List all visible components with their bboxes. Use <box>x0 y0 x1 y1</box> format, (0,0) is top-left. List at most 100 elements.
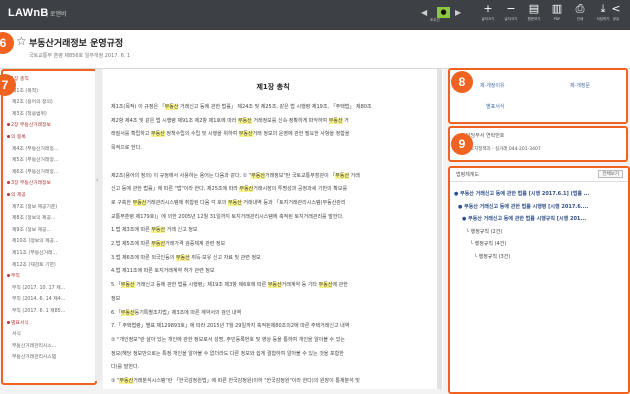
toc-label: 부동산거래관리시스템 <box>12 355 57 361</box>
highlighted-term[interactable]: 부동산 <box>120 309 135 316</box>
highlighted-term[interactable]: 부동산 <box>238 131 253 138</box>
admin-rule-link[interactable]: └ 행정규칙 (3건) <box>474 253 510 260</box>
highlighted-term[interactable]: 부동산 <box>150 131 165 138</box>
toc-article[interactable]: 부동산거래관리시스... <box>12 342 56 349</box>
revision-reason-link[interactable]: 제·개정이유 <box>480 82 505 89</box>
toc-chapter[interactable]: 2장 부동산거래정보 <box>7 121 51 128</box>
article-text: ② "개인정보"란 살아 있는 개인에 관한 정보로서 성명, 주민등록번호 및… <box>111 336 345 343</box>
highlighted-term[interactable]: 부동산 <box>175 254 190 261</box>
article-text: 1.법 제3조에 따른 <box>111 227 152 234</box>
admin-rule-link[interactable]: └ 행정규칙 (4건) <box>470 240 506 247</box>
toc-article[interactable]: 제3조 (적용범위) <box>12 110 47 117</box>
toc-article[interactable]: 제5조 (부동산거래정... <box>12 156 58 163</box>
button-label: 공유 <box>612 17 620 21</box>
toc-label: 별표서식 <box>11 320 29 326</box>
view-all-button[interactable]: 전체보기 <box>598 170 623 178</box>
article-text: 교통부훈령 제179호)」에 의한 2005년 12월 31일까지 토지거래관리… <box>111 213 344 220</box>
panel-splitter[interactable]: ‹ <box>95 69 102 381</box>
prev-arrow-icon[interactable]: ◀ <box>421 8 427 17</box>
article-line: 제1조(목적) 이 규정은 「부동산 거래신고 등에 관한 법률」 제24조 및… <box>111 103 372 110</box>
highlighted-term[interactable]: 부동산 <box>119 378 134 384</box>
share-button[interactable]: < 공유 <box>604 2 628 28</box>
star-icon[interactable]: ☆ <box>16 34 27 48</box>
article-text: 거 <box>342 117 349 124</box>
top-toolbar: LAWnB | 로앤비 ◀ ● ▶ 조우선 + 글자크기 − 글자크기 ▤ 원문보기 … <box>0 0 630 30</box>
highlighted-term[interactable]: 부동산 <box>164 104 179 110</box>
bullet-icon <box>7 274 10 278</box>
toc-article[interactable]: 부동산거래관리시스템 <box>12 353 56 360</box>
article-text: 제2조(용어의 정의) 이 규정에서 사용하는 용어는 다음과 같다. ① " <box>111 172 252 179</box>
article-line: ② "개인정보"란 살아 있는 개인에 관한 정보로서 성명, 주민등록번호 및… <box>111 336 345 343</box>
toc-article[interactable]: 제12조 (재검토 기한) <box>12 261 56 268</box>
admin-rule-link[interactable]: └ 행정규칙 (2건) <box>466 228 502 235</box>
highlighted-term[interactable]: 부동산 <box>318 282 333 289</box>
toc-article[interactable]: 부칙 (2014. 6. 14 제4... <box>12 295 65 302</box>
highlighted-term[interactable]: 부동산 <box>328 117 343 124</box>
highlighted-term[interactable]: 부동산 <box>227 199 242 206</box>
article-text: 거래 신고 정보 <box>165 227 198 234</box>
highlighted-term[interactable]: 부동산 <box>267 282 282 289</box>
highlighted-term[interactable]: 부동산 <box>237 117 252 124</box>
highlighted-term[interactable]: 부동산 <box>251 172 265 179</box>
article-line: 정보 <box>111 295 120 302</box>
toc-chapter[interactable]: 의 제공 <box>7 191 26 198</box>
toc-article[interactable]: 제11조 (부동산거래... <box>12 249 57 256</box>
toc-label: 부칙 (2017. 10. 17 제... <box>12 285 66 291</box>
revision-text-link[interactable]: 제·개정문 <box>570 82 590 89</box>
article-text: 제2항 제4조 및 같은 법 시행령 제91조 제2항 제1호에 따라 <box>111 117 238 124</box>
highlighted-term[interactable]: 부동산 <box>335 172 350 179</box>
toc-chapter[interactable]: 3장 부동산거래정보 <box>7 179 51 186</box>
article-text: 정보(해당 정보만으로는 특정 개인을 알아볼 수 없더라도 다른 정보와 쉽게… <box>111 350 344 357</box>
toc-article[interactable]: 제4조 (부동산거래정... <box>12 145 58 152</box>
article-text: 래질서를 확립하고 <box>111 131 151 138</box>
toc-article[interactable]: 제2조 (용어의 정의) <box>12 98 53 105</box>
collapse-arrow-icon[interactable]: ‹ <box>96 177 98 184</box>
toc-article[interactable]: 제1조 (목적) <box>12 87 38 94</box>
bullet-icon <box>7 320 10 324</box>
article-text: 로 구축한 <box>111 199 133 206</box>
pager-indicator[interactable]: ● <box>437 7 450 18</box>
toc-chapter[interactable]: 부칙 <box>7 272 20 279</box>
article-text: 거래정보를 신속·정확하게 파악하여 <box>251 117 329 124</box>
next-arrow-icon[interactable]: ▶ <box>455 8 461 17</box>
highlighted-term[interactable]: 부동산 <box>151 241 166 247</box>
appendix-forms-link[interactable]: 별표서식 <box>486 103 504 110</box>
toc-article[interactable]: 부칙 (2017. 6. 1 제85... <box>12 307 65 314</box>
toc-article[interactable]: 제10조 (정보의 제공... <box>12 237 59 244</box>
share-icon: < <box>611 2 621 15</box>
lawnb-logo[interactable]: LAWnB <box>8 7 49 19</box>
article-text: 거래시장의 투명성과 공정과세 기반의 확보를 <box>253 186 348 193</box>
article-text: 거래관리시스템에 취합된 다음 각 호의 <box>146 199 228 206</box>
toc-label: 제3조 (적용범위) <box>12 111 47 117</box>
toc-label: 부칙 (2014. 6. 14 제4... <box>12 297 66 303</box>
highlighted-term[interactable]: 부동산 <box>120 282 135 289</box>
toc-article[interactable]: 제8조 (정보의 제공... <box>12 214 55 221</box>
article-text: 정책수립의 수립 및 시행을 위하여 <box>164 131 239 138</box>
toc-article[interactable]: 제7조 (정보 제공기준) <box>12 203 57 210</box>
law-link[interactable]: ● 부동산 거래신고 등에 관한 법률 시행령 [시행 2017.6.... <box>458 203 588 210</box>
toc-label: 제6조 (부동산거래정... <box>12 169 59 175</box>
article-text: 신고 등에 관한 법률」에 따른 "법"이라 한다, 제25조에 따라 <box>111 186 240 193</box>
toc-label: 제12조 (재검토 기한) <box>12 262 56 268</box>
highlighted-term[interactable]: 부동산 <box>151 227 166 234</box>
toc-article[interactable]: 서식 <box>12 330 21 337</box>
toc-chapter[interactable]: 별표서식 <box>7 319 29 326</box>
highlighted-term[interactable]: 부동산 <box>239 186 254 193</box>
contact-panel: 담당부서 연락번호 토지정책과 · 실거래 044-201-3407 <box>448 126 628 162</box>
revision-links-panel: 제·개정이유 제·개정문 별표서식 <box>448 68 628 124</box>
law-link[interactable]: ● 부동산 거래신고 등에 관한 법률 [시행 2017.6.1] (법률 ..… <box>454 190 589 197</box>
toc-article[interactable]: 제6조 (부동산거래정... <box>12 168 58 175</box>
toc-article[interactable]: 부칙 (2017. 10. 17 제... <box>12 284 65 291</box>
article-text: 2.법 제5조에 따른 <box>111 241 152 247</box>
toc-article[interactable]: 제9조 (정보 제공... <box>12 226 51 233</box>
article-text: 거래 정보의 운영에 관한 필요한 사항을 정함을 <box>252 131 350 138</box>
contact-value: 토지정책과 · 실거래 044-201-3407 <box>470 147 541 152</box>
highlighted-term[interactable]: 부동산 <box>132 199 147 206</box>
toc-chapter[interactable]: 의 등록 <box>7 133 26 140</box>
toc-label: 2장 부동산거래정보 <box>11 123 51 129</box>
pager-label: 조우선 <box>430 18 440 22</box>
article-line: 4.법 제11조에 따른 토지거래계약 허가 관련 정보 <box>111 267 214 274</box>
law-link[interactable]: ● 부동산 거래신고 등에 관한 법률 시행규칙 [시행 201... <box>462 215 586 222</box>
article-scrollbar[interactable] <box>437 69 442 389</box>
article-text: 거래신고 등에 관한 법률」 제24조 및 제25조, 같은 법 시행령 제19… <box>178 104 372 110</box>
